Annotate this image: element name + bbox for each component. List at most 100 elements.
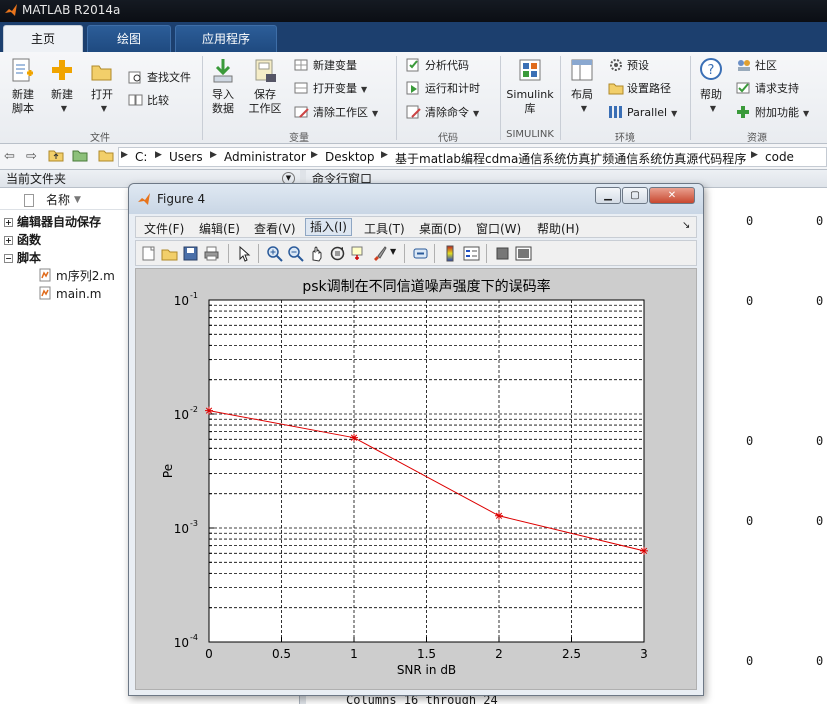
tab-plots[interactable]: 绘图 [87,25,171,52]
close-icon: ✕ [667,190,677,201]
clear-workspace-button[interactable]: 清除工作区 ▼ [294,103,378,123]
brush-dropdown-icon[interactable]: ▼ [390,247,396,256]
parallel-button[interactable]: Parallel ▼ [608,103,677,123]
open-variable-icon [294,82,308,94]
y-tick-labels: 10 -110 -210 -310 -4 [174,291,198,650]
data-cursor-icon[interactable] [350,245,367,262]
breadcrumb-item[interactable]: C: [135,150,147,164]
matlab-figure-icon [138,193,150,205]
breadcrumb-item[interactable]: Administrator [224,150,306,164]
error-rate-chart[interactable]: 0 0.5 1 1.5 2 2.5 3 10 -110 -210 -310 -4 psk调制在不同信… [136,269,696,689]
forward-arrow-icon[interactable]: ⇨ [26,149,37,164]
expand-icon[interactable]: + [4,218,13,227]
colorbar-icon[interactable] [442,245,459,262]
menu-help[interactable]: 帮助(H) [537,220,579,237]
request-support-button[interactable]: 请求支持 [736,79,799,99]
breadcrumb-item[interactable]: Desktop [325,150,375,164]
help-dropdown-icon: ▼ [709,104,717,113]
legend-icon[interactable] [463,245,480,262]
simulink-group-label: SIMULINK [506,129,554,140]
maximize-button[interactable]: ▢ [622,187,648,204]
breadcrumb-item[interactable]: 基于matlab编程cdma通信系统仿真扩频通信系统仿真源代码程序 [395,150,746,167]
expand-icon[interactable]: + [4,236,13,245]
tree-item-functions[interactable]: + 函数 [4,232,41,248]
simulink-library-button[interactable]: Simulink 库 [504,56,556,116]
y-tick-label: 10 [174,522,189,536]
menu-desktop[interactable]: 桌面(D) [419,220,462,237]
open-file-icon[interactable] [161,245,178,262]
zoom-in-icon[interactable] [266,245,283,262]
menu-view[interactable]: 查看(V) [254,220,296,237]
community-label: 社区 [755,59,777,72]
ribbon-tab-bar: 主页 绘图 应用程序 [0,22,827,52]
request-support-label: 请求支持 [755,82,799,95]
compare-button[interactable]: 比较 [128,91,169,111]
close-button[interactable]: ✕ [649,187,695,204]
minimize-button[interactable]: ▁ [595,187,621,204]
help-button[interactable]: ? 帮助 ▼ [694,56,728,116]
new-figure-icon[interactable] [140,245,157,262]
output-value: 0 [816,214,824,228]
hide-plot-tools-icon[interactable] [494,245,511,262]
new-script-button[interactable]: 新建 脚本 [6,56,40,116]
tree-item-editor-autosave[interactable]: + 编辑器自动保存 [4,214,101,230]
figure-canvas[interactable]: 0 0.5 1 1.5 2 2.5 3 10 -1 10 -2 10 -3 10 -4 psk调制在不同信… [135,268,697,690]
run-and-time-icon [406,81,419,95]
import-data-button[interactable]: 导入 数据 [208,56,238,116]
new-variable-button[interactable]: 新建变量 [294,56,357,76]
collapse-icon[interactable]: − [4,254,13,263]
breadcrumb-item[interactable]: Users [169,150,203,164]
open-variable-button[interactable]: 打开变量 ▼ [294,79,367,99]
figure-title-bar[interactable]: Figure 4 ▁ ▢ ✕ [129,184,703,214]
open-button[interactable]: 打开 ▼ [86,56,118,116]
menu-window[interactable]: 窗口(W) [476,220,521,237]
link-plot-icon[interactable] [412,245,429,262]
output-value: 0 [816,654,824,668]
breadcrumb-item[interactable]: code [765,150,794,164]
new-button[interactable]: 新建 ▼ [46,56,78,116]
save-workspace-button[interactable]: 保存 工作区 [246,56,284,116]
rotate-3d-icon[interactable] [329,245,346,262]
set-path-label: 设置路径 [627,82,671,95]
set-path-folder-icon [608,83,624,95]
brush-icon[interactable] [371,245,388,262]
x-tick-label: 2 [495,647,503,661]
tab-apps[interactable]: 应用程序 [175,25,277,52]
addons-button[interactable]: 附加功能 ▼ [736,103,809,123]
edit-plot-arrow-icon[interactable] [236,245,253,262]
set-path-button[interactable]: 设置路径 [608,79,671,99]
figure-window[interactable]: Figure 4 ▁ ▢ ✕ 文件(F) 编辑(E) 查看(V) 插入(I) 工… [128,183,704,696]
maximize-icon: ▢ [630,190,640,201]
show-plot-tools-icon[interactable] [515,245,532,262]
path-box[interactable]: ▶ C: ▶ Users ▶ Administrator ▶ Desktop ▶… [118,147,827,167]
layout-dropdown-icon: ▼ [580,104,588,113]
pan-hand-icon[interactable] [308,245,325,262]
menu-edit[interactable]: 编辑(E) [199,220,240,237]
browse-folder-icon[interactable] [72,148,88,166]
print-icon[interactable] [203,245,220,262]
layout-button[interactable]: 布局 ▼ [566,56,598,116]
menu-insert[interactable]: 插入(I) [305,218,352,236]
zoom-out-icon[interactable] [287,245,304,262]
minimize-icon: ▁ [604,190,612,201]
file-item[interactable]: main.m [38,286,102,302]
clear-workspace-dropdown-icon: ▼ [372,109,379,118]
community-button[interactable]: 社区 [736,56,777,76]
menu-dock-arrow-icon[interactable]: ↘ [682,220,690,231]
ribbon: 新建 脚本 新建 ▼ 打开 ▼ 查找文件 比较 文件 导入 数据 保存 工作区 … [0,52,827,144]
up-folder-icon[interactable] [48,148,64,166]
save-icon[interactable] [182,245,199,262]
find-files-button[interactable]: 查找文件 [128,68,191,88]
clear-commands-button[interactable]: 清除命令 ▼ [406,103,479,123]
analyze-code-button[interactable]: 分析代码 [406,56,469,76]
open-dropdown-icon: ▼ [100,104,108,113]
menu-file[interactable]: 文件(F) [144,220,184,237]
run-and-time-button[interactable]: 运行和计时 [406,79,480,99]
tree-item-scripts[interactable]: − 脚本 [4,250,41,266]
menu-tools[interactable]: 工具(T) [364,220,405,237]
ribbon-separator [690,56,691,140]
tab-home[interactable]: 主页 [3,25,83,52]
preferences-button[interactable]: 预设 [608,56,649,76]
back-arrow-icon[interactable]: ⇦ [4,149,15,164]
file-item[interactable]: m序列2.m [38,268,115,284]
